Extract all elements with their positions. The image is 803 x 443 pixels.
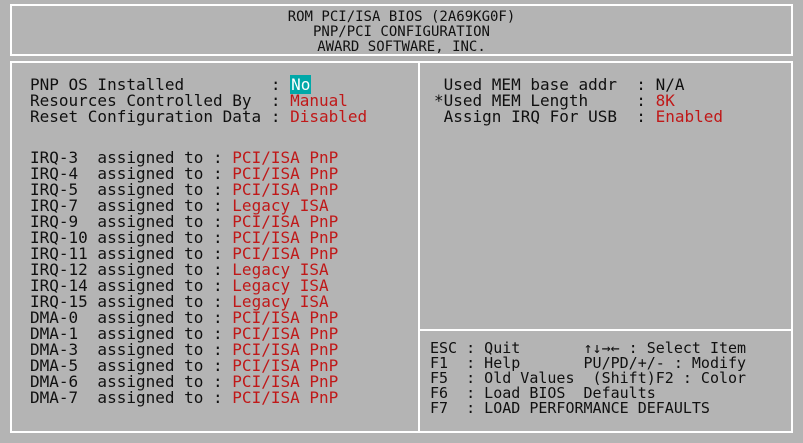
settings-frame: PNP OS Installed : No Resources Controll… <box>10 61 793 433</box>
help-line-help: F1 : Help PU/PD/+/- : Modify <box>430 354 747 372</box>
setting-label: Assign IRQ For USB : <box>434 107 656 126</box>
help-line-load-performance-defaults: F7 : LOAD PERFORMANCE DEFAULTS <box>430 399 710 417</box>
help-line-old-values: F5 : Old Values (Shift)F2 : Color <box>430 369 747 387</box>
setting-value[interactable]: Disabled <box>290 107 367 126</box>
bios-title: ROM PCI/ISA BIOS (2A69KG0F) <box>287 9 516 25</box>
bios-screen: ROM PCI/ISA BIOS (2A69KG0F) PNP/PCI CONF… <box>0 0 803 443</box>
resource-row-dma-7[interactable]: DMA-7 assigned to : PCI/ISA PnP <box>30 390 415 406</box>
setting-value[interactable]: Enabled <box>656 107 723 126</box>
setting-reset-configuration-data[interactable]: Reset Configuration Data : Disabled <box>30 109 415 125</box>
setting-label: Reset Configuration Data : <box>30 107 291 126</box>
resource-value[interactable]: PCI/ISA PnP <box>232 388 338 407</box>
vertical-divider <box>418 63 420 431</box>
resource-label: DMA-7 assigned to : <box>30 388 233 407</box>
bios-header: ROM PCI/ISA BIOS (2A69KG0F) PNP/PCI CONF… <box>10 4 793 56</box>
page-title: PNP/PCI CONFIGURATION <box>312 24 490 40</box>
vendor-name: AWARD SOFTWARE, INC. <box>317 39 486 55</box>
help-line-load-bios-defaults: F6 : Load BIOS Defaults <box>430 384 656 402</box>
setting-assign-irq-for-usb[interactable]: Assign IRQ For USB : Enabled <box>434 109 789 125</box>
horizontal-divider <box>420 329 793 331</box>
help-line-quit: ESC : Quit ↑↓→← : Select Item <box>430 339 747 357</box>
